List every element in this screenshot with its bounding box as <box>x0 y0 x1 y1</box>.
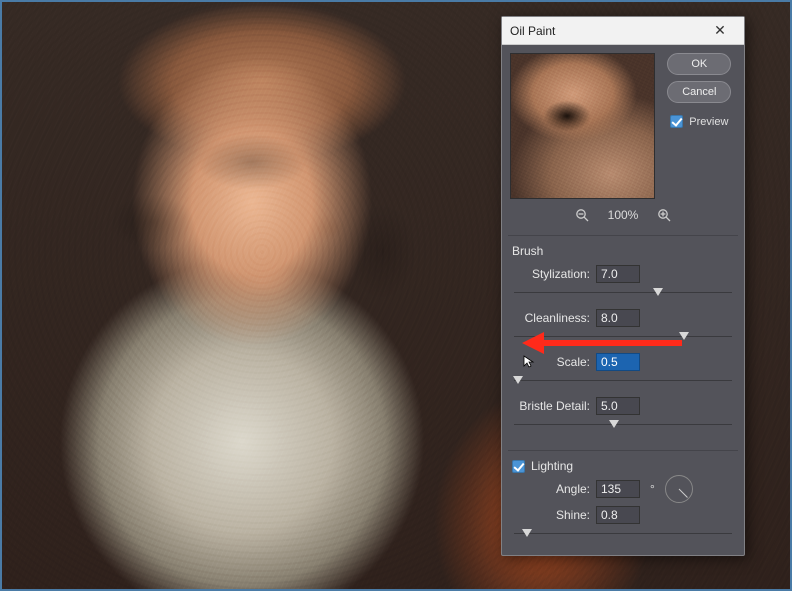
pointer-icon <box>522 354 536 368</box>
cleanliness-label: Cleanliness: <box>512 311 590 325</box>
angle-unit: ° <box>650 482 655 496</box>
lighting-section: Lighting Angle: 135 ° Shine: 0.8 <box>502 453 744 555</box>
brush-label: Brush <box>512 244 734 258</box>
lighting-label: Lighting <box>531 459 573 473</box>
preview-label: Preview <box>689 116 728 128</box>
brush-section: Brush Stylization: 7.0 Cleanliness: 8.0 … <box>502 238 744 446</box>
stylization-slider[interactable] <box>514 286 732 300</box>
shine-label: Shine: <box>512 508 590 522</box>
angle-input[interactable]: 135 <box>596 480 640 498</box>
angle-label: Angle: <box>512 482 590 496</box>
divider <box>508 450 738 451</box>
zoom-in-icon[interactable] <box>656 207 672 223</box>
ok-button[interactable]: OK <box>667 53 731 75</box>
filter-preview[interactable] <box>510 53 655 199</box>
shine-slider[interactable] <box>514 527 732 541</box>
divider <box>508 235 738 236</box>
oil-paint-dialog: Oil Paint ✕ OK Cancel Preview 100% <box>501 16 745 556</box>
bristle-slider[interactable] <box>514 418 732 432</box>
angle-dial[interactable] <box>665 475 693 503</box>
stylization-label: Stylization: <box>512 267 590 281</box>
scale-slider[interactable] <box>514 374 732 388</box>
zoom-out-icon[interactable] <box>574 207 590 223</box>
stylization-input[interactable]: 7.0 <box>596 265 640 283</box>
bristle-input[interactable]: 5.0 <box>596 397 640 415</box>
dialog-title: Oil Paint <box>510 24 704 38</box>
scale-input[interactable]: 0.5 <box>596 353 640 371</box>
shine-input[interactable]: 0.8 <box>596 506 640 524</box>
lighting-checkbox[interactable] <box>512 460 525 473</box>
preview-checkbox[interactable] <box>670 115 683 128</box>
bristle-label: Bristle Detail: <box>512 399 590 413</box>
cancel-button[interactable]: Cancel <box>667 81 731 103</box>
cleanliness-input[interactable]: 8.0 <box>596 309 640 327</box>
zoom-percent: 100% <box>608 208 639 222</box>
dialog-titlebar[interactable]: Oil Paint ✕ <box>502 17 744 45</box>
cleanliness-slider[interactable] <box>514 330 732 344</box>
close-icon[interactable]: ✕ <box>704 22 736 39</box>
